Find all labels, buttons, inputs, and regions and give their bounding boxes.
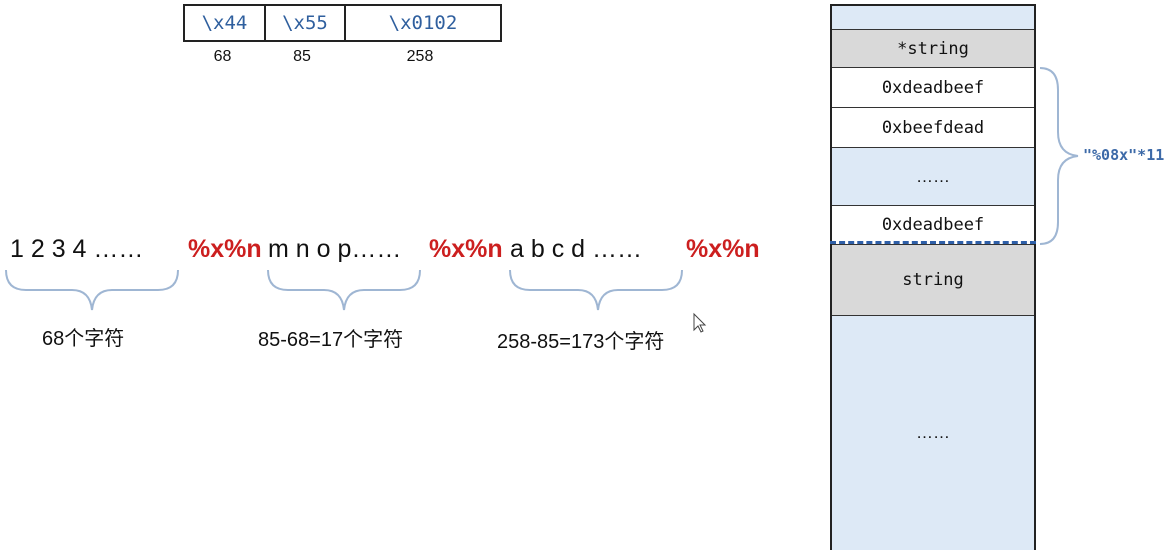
brace-stack-right xyxy=(1039,67,1079,245)
payload-segment-abcd: a b c d …… xyxy=(510,235,642,263)
stack-slot-ellipsis-mid: …… xyxy=(832,148,1034,206)
brace-under-mnop xyxy=(267,269,421,311)
stack-slot-string-pointer: *string xyxy=(832,30,1034,68)
format-specifier-2: %x%n xyxy=(429,235,503,263)
hex-address-table: \x44 \x55 \x0102 xyxy=(183,4,502,42)
hex-cell-55: \x55 xyxy=(264,6,344,40)
brace-under-digits xyxy=(5,269,179,311)
stack-slot-top xyxy=(832,6,1034,30)
count-label-17: 85-68=17个字符 xyxy=(258,329,404,351)
hex-cell-44: \x44 xyxy=(201,12,248,34)
stack-diagram: *string 0xdeadbeef 0xbeefdead …… 0xdeadb… xyxy=(830,4,1036,550)
format-specifier-3: %x%n xyxy=(686,235,760,263)
format-specifier-1: %x%n xyxy=(188,235,262,263)
stack-slot-beefdead: 0xbeefdead xyxy=(832,108,1034,148)
stack-slot-ellipsis-bottom: …… xyxy=(832,316,1034,550)
payload-segment-digits: 1 2 3 4 …… xyxy=(10,235,144,263)
stack-slot-string: string xyxy=(832,244,1034,316)
stack-boundary-dashed-line xyxy=(830,241,1036,244)
brace-under-abcd xyxy=(509,269,683,311)
stack-slot-deadbeef-2: 0xdeadbeef xyxy=(832,206,1034,244)
payload-segment-mnop: m n o p…… xyxy=(268,235,402,263)
format-repeat-label: "%08x"*11 xyxy=(1083,146,1165,164)
decimal-85: 85 xyxy=(293,48,311,65)
hex-cell-0102: \x0102 xyxy=(344,6,500,40)
stack-slot-deadbeef-1: 0xdeadbeef xyxy=(832,68,1034,108)
count-label-173: 258-85=173个字符 xyxy=(497,331,665,353)
decimal-value-row: 68 85 258 xyxy=(183,48,498,66)
count-label-68: 68个字符 xyxy=(42,328,125,350)
decimal-258: 258 xyxy=(406,48,434,65)
cursor-pointer-icon xyxy=(693,312,707,333)
decimal-68: 68 xyxy=(213,48,232,65)
